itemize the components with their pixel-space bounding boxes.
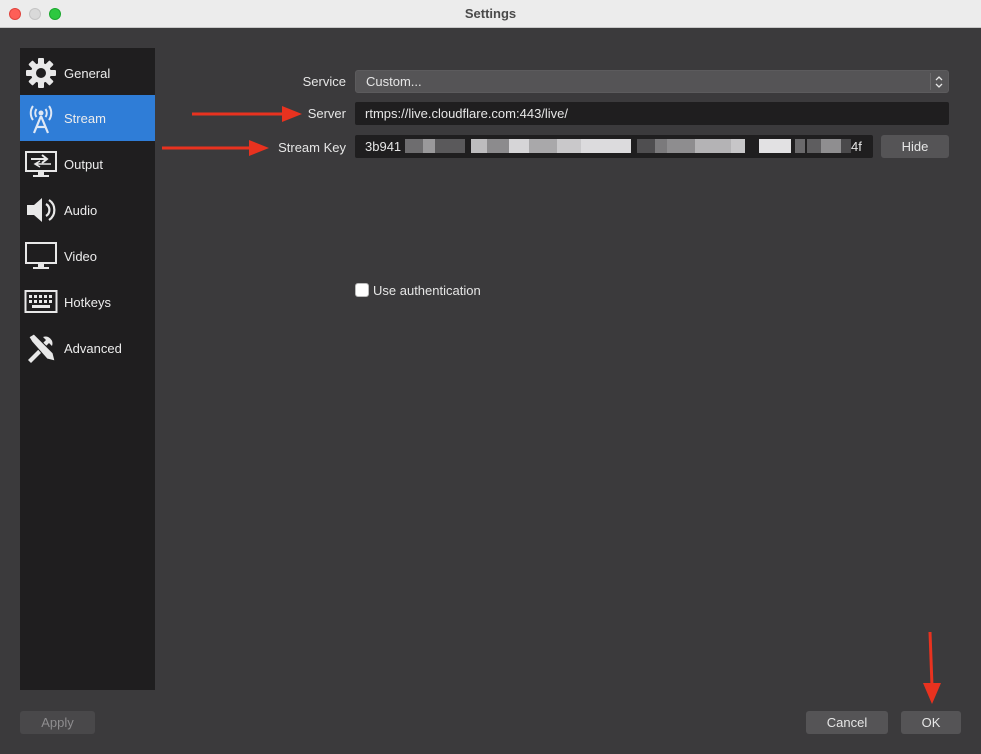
stream-key-suffix: 4f bbox=[851, 139, 862, 154]
ok-button[interactable]: OK bbox=[901, 711, 961, 734]
service-select[interactable]: Custom... bbox=[355, 70, 949, 93]
settings-sidebar: General Stream Output Audio Video Hotkey… bbox=[20, 48, 155, 690]
sidebar-item-label: Hotkeys bbox=[64, 294, 111, 310]
gear-icon bbox=[24, 56, 58, 90]
server-input[interactable]: rtmps://live.cloudflare.com:443/live/ bbox=[355, 102, 949, 125]
sidebar-item-audio[interactable]: Audio bbox=[20, 187, 155, 233]
sidebar-item-advanced[interactable]: Advanced bbox=[20, 325, 155, 371]
annotation-arrow-stream-key bbox=[162, 140, 269, 156]
monitor-icon bbox=[24, 239, 58, 273]
cancel-button[interactable]: Cancel bbox=[806, 711, 888, 734]
window-title: Settings bbox=[464, 6, 517, 21]
sidebar-item-label: Video bbox=[64, 248, 98, 264]
tools-icon bbox=[24, 331, 58, 365]
sidebar-item-stream[interactable]: Stream bbox=[20, 95, 155, 141]
sidebar-item-general[interactable]: General bbox=[20, 50, 155, 96]
sidebar-item-label: Output bbox=[64, 156, 104, 172]
sidebar-item-label: Audio bbox=[64, 202, 98, 218]
service-label: Service bbox=[302, 74, 346, 89]
antenna-icon bbox=[24, 101, 58, 135]
annotation-arrow-server bbox=[192, 106, 302, 122]
use-authentication-label: Use authentication bbox=[373, 283, 481, 298]
service-value: Custom... bbox=[366, 74, 422, 89]
sidebar-item-output[interactable]: Output bbox=[20, 141, 155, 187]
stream-key-input[interactable]: 3b941 4f bbox=[355, 135, 873, 158]
annotation-arrow-ok bbox=[923, 631, 941, 704]
sidebar-item-video[interactable]: Video bbox=[20, 233, 155, 279]
output-icon bbox=[24, 147, 58, 181]
stream-key-prefix: 3b941 bbox=[365, 139, 402, 154]
sidebar-item-label: Advanced bbox=[64, 340, 122, 356]
sidebar-item-hotkeys[interactable]: Hotkeys bbox=[20, 279, 155, 325]
apply-button[interactable]: Apply bbox=[20, 711, 95, 734]
keyboard-icon bbox=[24, 285, 58, 319]
sidebar-item-label: General bbox=[64, 65, 111, 81]
use-authentication-checkbox[interactable] bbox=[355, 283, 369, 297]
chevron-up-down-icon bbox=[930, 73, 946, 90]
speaker-icon bbox=[24, 193, 58, 227]
settings-window: Settings General Stream Output Audio Vid… bbox=[0, 0, 981, 754]
title-bar: Settings bbox=[0, 0, 981, 28]
hide-key-button[interactable]: Hide bbox=[881, 135, 949, 158]
sidebar-item-label: Stream bbox=[64, 110, 106, 126]
